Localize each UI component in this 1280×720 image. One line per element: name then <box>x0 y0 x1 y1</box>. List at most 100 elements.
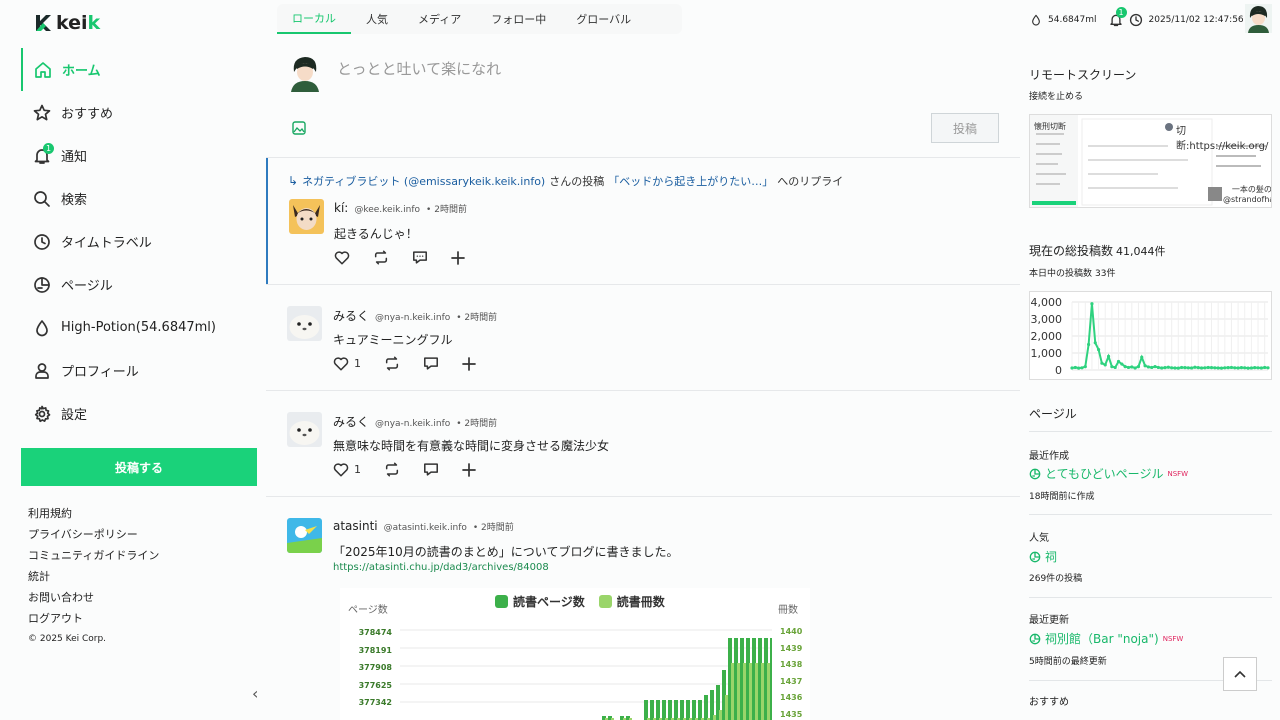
renote-button[interactable] <box>384 356 400 371</box>
footer-link-guidelines[interactable]: コミュニティガイドライン <box>28 545 159 566</box>
note-avatar[interactable] <box>287 412 322 447</box>
logo-text: kei <box>56 12 88 34</box>
tab-global[interactable]: グローバル <box>561 4 646 34</box>
user-avatar[interactable] <box>1245 4 1272 33</box>
sidebar-item-potion[interactable]: High-Potion(54.6847ml) <box>21 306 257 349</box>
data-point <box>1140 355 1144 359</box>
today-posts: 本日中の投稿数 33件 <box>1029 266 1272 279</box>
data-point <box>1163 366 1167 370</box>
remote-disconnect-link[interactable]: 接続を止める <box>1029 89 1272 102</box>
data-point <box>1077 366 1081 370</box>
more-button[interactable] <box>462 356 476 371</box>
renote-button[interactable] <box>384 462 400 477</box>
reply-button[interactable] <box>423 462 439 477</box>
note-author-name[interactable]: みるく <box>333 413 369 430</box>
footer-link-stats[interactable]: 統計 <box>28 566 159 587</box>
submit-post-button[interactable]: 投稿 <box>931 113 999 143</box>
note-author-name[interactable]: みるく <box>333 307 369 324</box>
left-tick: 377908 <box>358 663 392 673</box>
pagle-link-recent[interactable]: とてもひどいページル NSFW <box>1029 465 1272 482</box>
total-posts: 現在の総投稿数 41,044件 <box>1029 242 1272 259</box>
right-tick: 1438 <box>780 660 803 669</box>
sidebar-item-notifications[interactable]: 1 通知 <box>21 134 257 177</box>
compose-input[interactable]: とっとと吐いて楽になれ <box>337 58 501 79</box>
embedded-bar-pages <box>656 700 660 720</box>
sidebar-item-home[interactable]: ホーム <box>21 48 257 91</box>
note-time[interactable]: • 2時間前 <box>456 416 497 429</box>
more-button[interactable] <box>462 462 476 477</box>
sidebar-item-profile[interactable]: プロフィール <box>21 349 257 392</box>
tab-local[interactable]: ローカル <box>277 4 351 34</box>
collapse-sidebar-icon[interactable]: ‹ <box>252 684 258 703</box>
data-point <box>1206 365 1210 370</box>
sidebar-item-search[interactable]: 検索 <box>21 177 257 220</box>
sidebar-item-label: High-Potion(54.6847ml) <box>61 320 216 335</box>
note-avatar[interactable] <box>287 518 322 553</box>
reply-target-user[interactable]: ネガティブラビット (@emissarykeik.keik.info) <box>302 173 545 189</box>
more-button[interactable] <box>451 250 465 265</box>
like-button[interactable]: 1 <box>333 462 361 477</box>
app-logo[interactable]: keik <box>34 12 100 34</box>
posts-chart: 4,000 3,000 2,000 1,000 0 <box>1029 291 1272 380</box>
renote-button[interactable] <box>373 250 389 265</box>
drop-icon <box>33 319 51 337</box>
reply-target-post[interactable]: 「ベッドから起き上がりたい…」 <box>608 173 773 189</box>
pagle-icon <box>33 276 51 294</box>
attach-image-icon[interactable] <box>292 121 306 135</box>
sidebar-item-recommended[interactable]: おすすめ <box>21 91 257 134</box>
data-point <box>1253 366 1257 370</box>
divider <box>1029 597 1272 598</box>
data-point <box>1070 366 1074 370</box>
footer-link-contact[interactable]: お問い合わせ <box>28 587 159 608</box>
data-point <box>1176 366 1180 370</box>
tab-following[interactable]: フォロー中 <box>476 4 561 34</box>
data-point <box>1263 365 1267 370</box>
footer-link-logout[interactable]: ログアウト <box>28 608 159 629</box>
pagle-link-updated[interactable]: 祠別館（Bar "noja") NSFW <box>1029 630 1272 647</box>
embedded-bar-pages <box>686 700 690 720</box>
data-point <box>1180 365 1184 370</box>
y-tick-label: 1,000 <box>1031 347 1063 360</box>
sidebar-item-settings[interactable]: 設定 <box>21 392 257 435</box>
note-image-reading-chart[interactable]: 読書ページ数 読書冊数 ページ数 冊数 378474 378191 377908… <box>340 588 810 720</box>
pagle-section-title: ページル <box>1029 407 1077 421</box>
note-author-name[interactable]: atasinti <box>333 519 378 533</box>
scroll-to-top-button[interactable] <box>1223 657 1257 691</box>
remote-screen-preview[interactable]: 懐刑切断 切断:https://keik.org/ 一本の髪の毛 @strand… <box>1029 114 1272 208</box>
data-point <box>1160 366 1164 370</box>
embedded-chart-bars <box>400 629 772 720</box>
sidebar-item-pagle[interactable]: ページル <box>21 263 257 306</box>
sidebar-item-label: おすすめ <box>61 107 114 122</box>
post-button[interactable]: 投稿する <box>21 448 257 486</box>
data-point <box>1229 365 1234 370</box>
data-point <box>1239 366 1244 370</box>
reply-button[interactable] <box>412 250 428 265</box>
like-button[interactable]: 1 <box>333 356 361 371</box>
note-author-name[interactable]: kí: <box>334 201 348 215</box>
footer-links: 利用規約 プライバシーポリシー コミュニティガイドライン 統計 お問い合わせ ロ… <box>28 503 159 650</box>
footer-link-terms[interactable]: 利用規約 <box>28 503 159 524</box>
notification-button[interactable]: 1 <box>1109 7 1127 27</box>
note-time[interactable]: • 2時間前 <box>456 310 497 323</box>
sidebar-item-timetravel[interactable]: タイムトラベル <box>21 220 257 263</box>
data-point <box>1203 366 1207 370</box>
tab-popular[interactable]: 人気 <box>351 4 403 34</box>
y-tick-label: 0 <box>1055 364 1062 377</box>
note-avatar[interactable] <box>289 199 324 234</box>
today-posts-value: 33件 <box>1095 269 1116 279</box>
pagle-link-popular[interactable]: 祠 <box>1029 548 1272 565</box>
footer-link-privacy[interactable]: プライバシーポリシー <box>28 524 159 545</box>
note-time[interactable]: • 2時間前 <box>473 520 514 533</box>
right-tick: 1440 <box>780 627 803 636</box>
note-time[interactable]: • 2時間前 <box>426 202 467 215</box>
note-avatar[interactable] <box>287 306 322 341</box>
like-button[interactable] <box>334 250 350 265</box>
reply-button[interactable] <box>423 356 439 371</box>
tab-media[interactable]: メディア <box>403 4 476 34</box>
embedded-bar-pages <box>680 700 684 720</box>
embedded-bar-pages <box>704 695 708 720</box>
posts-chart-svg: 4,000 3,000 2,000 1,000 0 <box>1031 296 1270 377</box>
data-point <box>1170 366 1174 370</box>
note-author-handle: @kee.keik.info <box>354 205 421 215</box>
note-link[interactable]: https://atasinti.chu.jp/dad3/archives/84… <box>333 562 549 573</box>
